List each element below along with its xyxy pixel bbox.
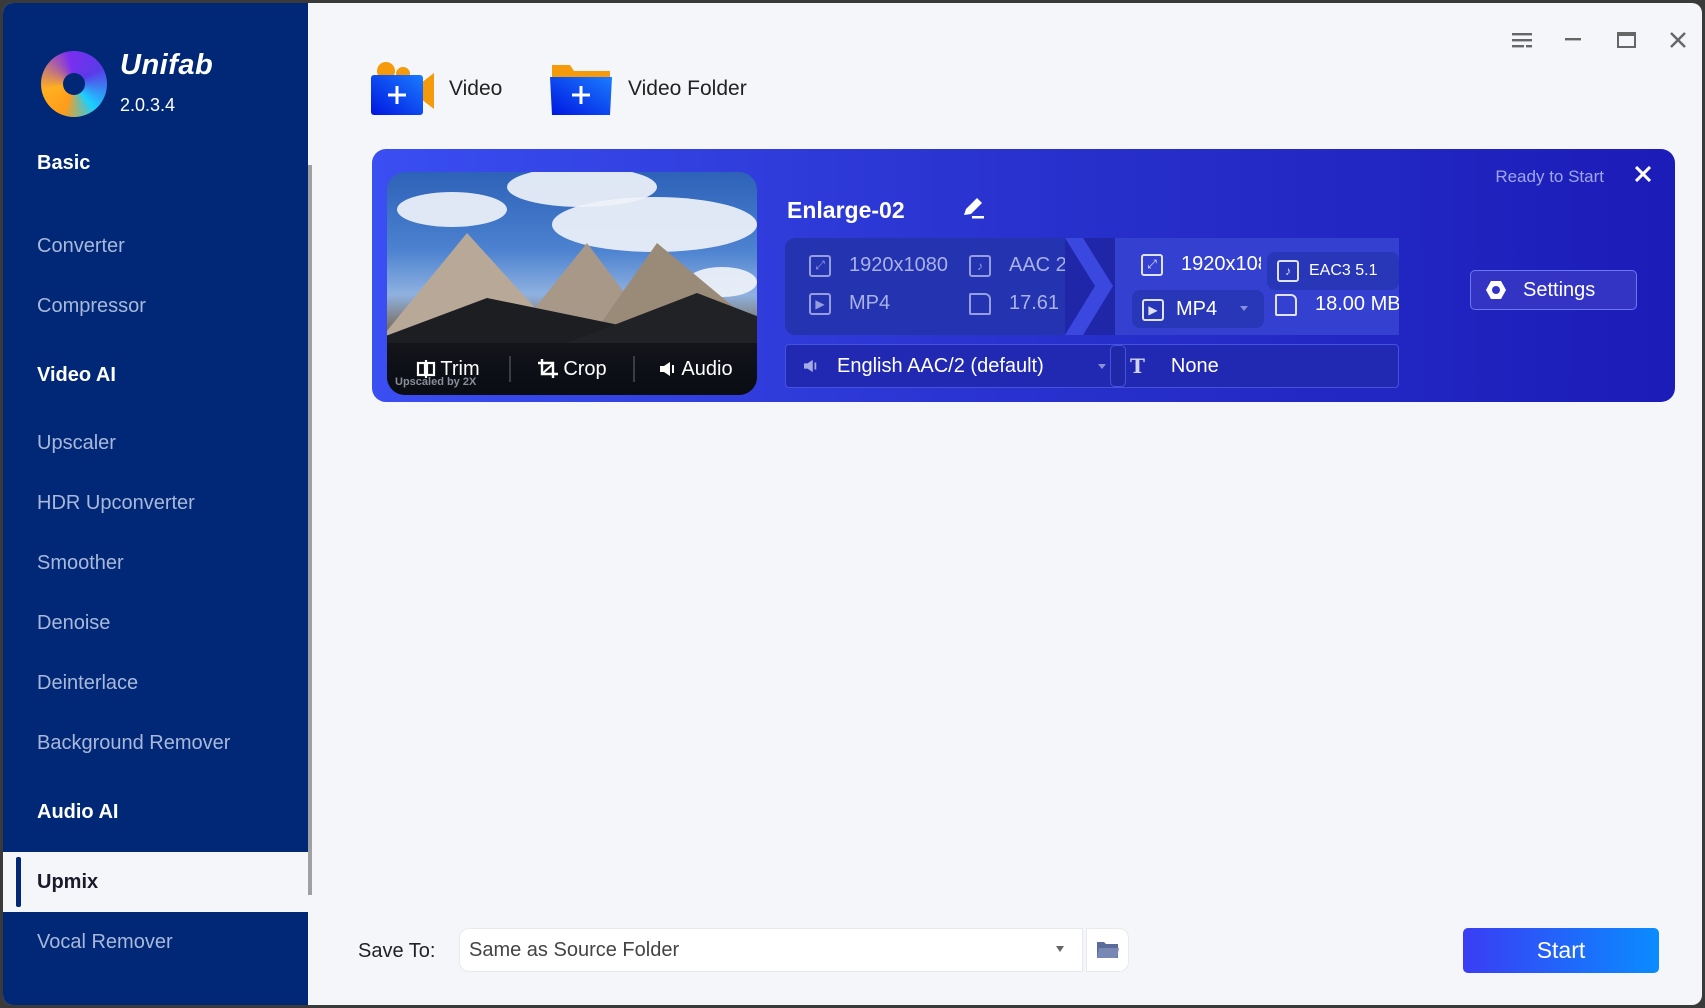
sidebar-section-video-ai: Video AI xyxy=(37,363,116,386)
save-to-value: Same as Source Folder xyxy=(469,938,680,961)
audio-button[interactable]: Audio xyxy=(635,358,757,381)
source-info: ⤢ 1920x1080 ♪ AAC 2.0 ▶ MP4 17.61 MB xyxy=(785,238,1065,335)
output-size: 18.00 MB xyxy=(1275,293,1399,316)
video-thumbnail[interactable]: Trim Crop Audio Upscaled by 2X xyxy=(387,172,757,395)
folder-icon xyxy=(969,292,991,315)
sidebar-item-deinterlace[interactable]: Deinterlace xyxy=(3,653,308,713)
output-format-select[interactable]: ▶ MP4 xyxy=(1132,290,1264,328)
crop-button[interactable]: Crop xyxy=(511,358,633,381)
add-video-folder-label: Video Folder xyxy=(628,77,747,100)
thumbnail-forest xyxy=(567,293,757,343)
upscaled-badge: Upscaled by 2X xyxy=(395,376,477,388)
settings-icon xyxy=(1486,281,1506,299)
resolution-icon: ⤢ xyxy=(809,254,831,277)
sidebar-item-compressor[interactable]: Compressor xyxy=(3,276,308,336)
sidebar-item-denoise[interactable]: Denoise xyxy=(3,593,308,653)
chevron-down-icon xyxy=(1098,364,1106,369)
output-audio-select[interactable]: ♪ EAC3 5.1 xyxy=(1267,252,1399,290)
text-icon: T xyxy=(1130,354,1145,378)
sidebar-item-upmix[interactable]: Upmix xyxy=(3,852,308,912)
sidebar: Unifab 2.0.3.4 Basic Converter Compresso… xyxy=(3,3,308,1005)
audio-label: Audio xyxy=(681,357,733,380)
subtitle-select[interactable]: T None xyxy=(1130,345,1398,387)
edit-title-button[interactable] xyxy=(960,195,986,221)
track-row: English AAC/2 (default) T None xyxy=(785,344,1399,388)
sidebar-item-background-remover[interactable]: Background Remover xyxy=(3,713,308,773)
speaker-icon xyxy=(804,359,817,373)
divider xyxy=(1110,345,1126,387)
maximize-icon xyxy=(1616,32,1636,48)
chevron-down-icon xyxy=(1240,306,1248,311)
start-button[interactable]: Start xyxy=(1463,928,1659,973)
sidebar-item-upscaler[interactable]: Upscaler xyxy=(3,413,308,473)
music-note-icon: ♪ xyxy=(969,254,991,277)
output-resolution: ⤢ 1920x1080 xyxy=(1141,253,1261,276)
audio-track-select[interactable]: English AAC/2 (default) xyxy=(786,345,1110,387)
pencil-icon xyxy=(964,198,984,219)
maximize-button[interactable] xyxy=(1611,25,1641,55)
chevron-right-icon xyxy=(1065,238,1113,335)
sidebar-section-audio-ai: Audio AI xyxy=(37,800,119,823)
save-to-label: Save To: xyxy=(358,940,436,962)
folder-icon xyxy=(1275,293,1297,316)
close-icon xyxy=(1634,165,1652,183)
save-to-select[interactable]: Same as Source Folder xyxy=(459,928,1083,972)
minimize-icon xyxy=(1565,38,1581,41)
source-format: ▶ MP4 xyxy=(809,292,890,315)
task-card: Trim Crop Audio Upscaled by 2X Enlarge-0… xyxy=(372,149,1675,402)
resolution-icon: ⤢ xyxy=(1141,253,1163,276)
app-window: Unifab 2.0.3.4 Basic Converter Compresso… xyxy=(3,3,1702,1005)
unifab-logo-icon xyxy=(41,51,107,117)
remove-task-button[interactable] xyxy=(1634,161,1652,189)
close-window-button[interactable] xyxy=(1663,25,1693,55)
source-size: 17.61 MB xyxy=(969,292,1065,315)
app-name: Unifab xyxy=(120,49,214,81)
app-version: 2.0.3.4 xyxy=(120,95,176,115)
speaker-icon xyxy=(660,362,675,376)
close-icon xyxy=(1670,32,1686,48)
settings-label: Settings xyxy=(1523,278,1596,301)
crop-label: Crop xyxy=(563,357,607,380)
output-info: ⤢ 1920x1080 ♪ EAC3 5.1 ▶ MP4 18.00 MB xyxy=(1115,238,1399,335)
menu-button[interactable] xyxy=(1507,25,1537,55)
sidebar-item-converter[interactable]: Converter xyxy=(3,216,308,276)
task-status: Ready to Start xyxy=(1495,167,1604,186)
add-video-folder-button[interactable]: Video Folder xyxy=(550,61,747,117)
sidebar-item-vocal-remover[interactable]: Vocal Remover xyxy=(3,912,308,972)
crop-icon xyxy=(538,359,559,378)
sidebar-section-basic: Basic xyxy=(37,151,91,174)
folder-open-icon xyxy=(1096,942,1119,958)
sidebar-scrollbar[interactable] xyxy=(308,165,312,895)
video-format-icon: ▶ xyxy=(1142,298,1164,321)
thumbnail-cloud xyxy=(397,192,507,227)
add-folder-icon xyxy=(550,61,614,117)
sidebar-item-hdr-upconverter[interactable]: HDR Upconverter xyxy=(3,473,308,533)
settings-button[interactable]: Settings xyxy=(1470,270,1637,310)
minimize-button[interactable] xyxy=(1558,25,1588,55)
conversion-arrow xyxy=(1065,238,1115,335)
source-audio: ♪ AAC 2.0 xyxy=(969,254,1065,277)
add-video-icon xyxy=(371,61,435,117)
add-video-label: Video xyxy=(449,77,503,100)
add-video-button[interactable]: Video xyxy=(371,61,502,117)
chevron-down-icon xyxy=(1056,946,1064,952)
sidebar-item-smoother[interactable]: Smoother xyxy=(3,533,308,593)
menu-icon xyxy=(1512,33,1532,48)
browse-folder-button[interactable] xyxy=(1086,928,1129,972)
video-format-icon: ▶ xyxy=(809,292,831,315)
music-note-icon: ♪ xyxy=(1277,260,1299,282)
source-resolution: ⤢ 1920x1080 xyxy=(809,254,948,277)
task-title: Enlarge-02 xyxy=(787,197,905,223)
